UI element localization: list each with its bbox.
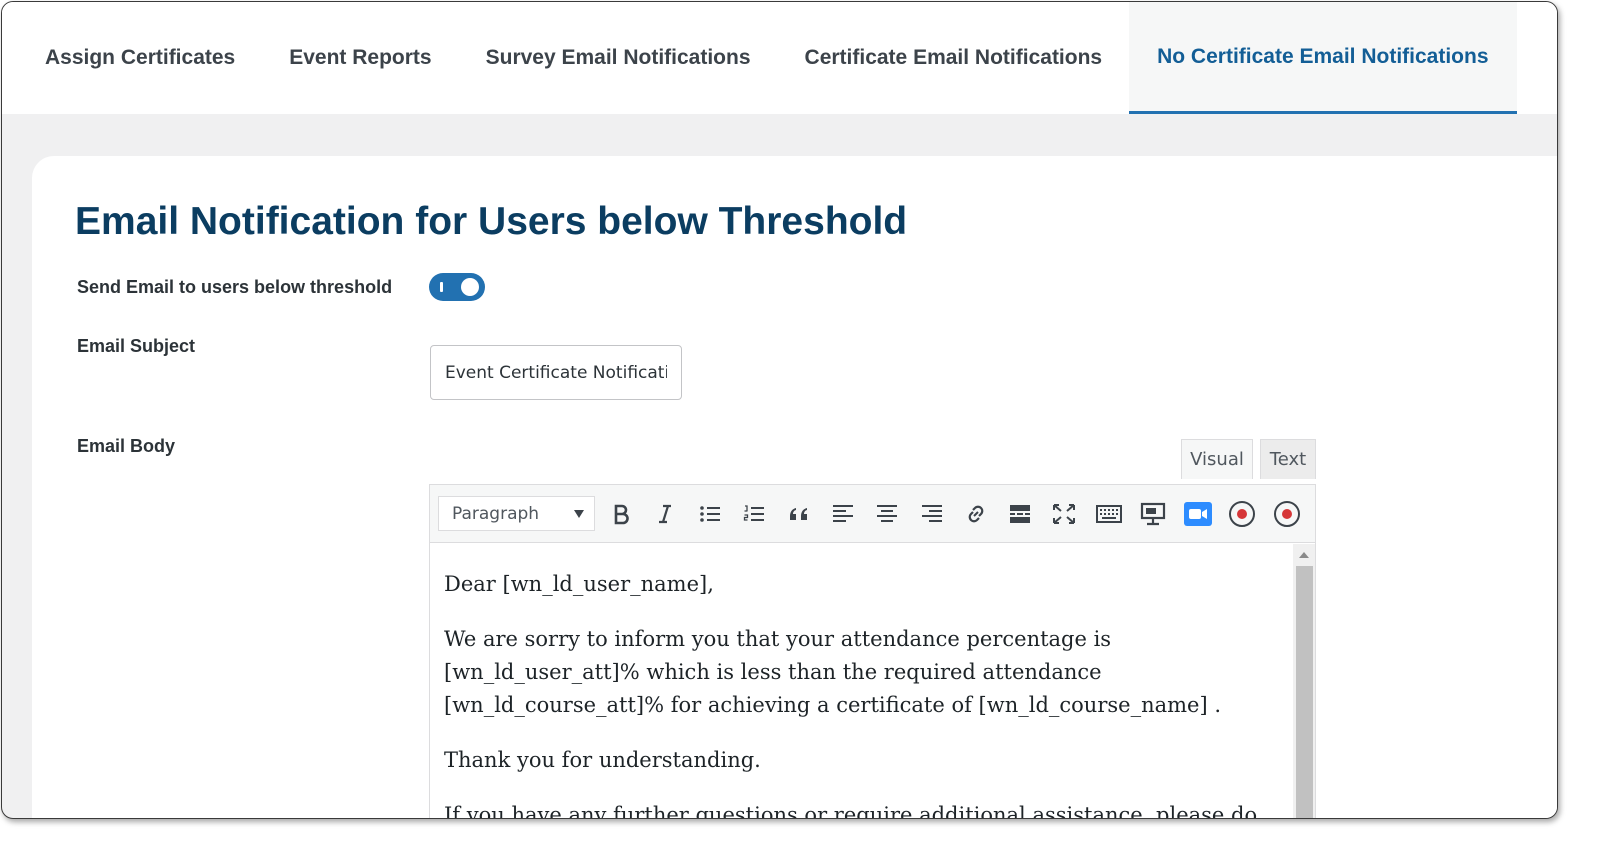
- visual-mode-tab[interactable]: Visual: [1181, 439, 1253, 479]
- tab-survey-email-notifications[interactable]: Survey Email Notifications: [459, 2, 778, 114]
- fullscreen-icon[interactable]: [1048, 498, 1080, 530]
- toggle-knob: [461, 278, 479, 296]
- scrollbar-thumb[interactable]: [1296, 566, 1313, 818]
- email-subject-label: Email Subject: [77, 336, 196, 356]
- link-icon[interactable]: [960, 498, 992, 530]
- align-right-icon[interactable]: [916, 498, 948, 530]
- page-title: Email Notification for Users below Thres…: [75, 200, 908, 243]
- chevron-down-icon: [574, 510, 584, 518]
- body-paragraph: If you have any further questions or req…: [444, 803, 1258, 819]
- editor-scrollbar[interactable]: [1293, 544, 1315, 818]
- bold-icon[interactable]: [605, 498, 637, 530]
- email-body-label: Email Body: [77, 436, 176, 456]
- tab-certificate-email-notifications[interactable]: Certificate Email Notifications: [778, 2, 1130, 114]
- body-paragraph: We are sorry to inform you that your att…: [444, 627, 1221, 717]
- italic-icon[interactable]: [649, 498, 681, 530]
- editor-toolbar: Paragraph: [430, 485, 1315, 543]
- blockquote-icon[interactable]: [782, 498, 814, 530]
- numbered-list-icon[interactable]: [738, 498, 770, 530]
- record-icon[interactable]: [1226, 498, 1258, 530]
- send-email-label: Send Email to users below threshold: [77, 277, 393, 297]
- app-window: Assign Certificates Event Reports Survey…: [1, 1, 1558, 819]
- tab-no-certificate-email-notifications[interactable]: No Certificate Email Notifications: [1129, 2, 1517, 114]
- bulleted-list-icon[interactable]: [694, 498, 726, 530]
- editor-content[interactable]: Dear [wn_ld_user_name], We are sorry to …: [430, 544, 1292, 819]
- text-mode-tab[interactable]: Text: [1260, 439, 1316, 479]
- body-paragraph: Dear [wn_ld_user_name],: [444, 572, 714, 596]
- format-select-value: Paragraph: [452, 503, 540, 524]
- settings-panel: Email Notification for Users below Thres…: [32, 156, 1557, 819]
- email-body-editor: Paragraph Dear [wn_ld_user_name], We are…: [429, 484, 1316, 819]
- screen-share-icon[interactable]: [1137, 498, 1169, 530]
- email-subject-input[interactable]: [430, 345, 682, 400]
- align-center-icon[interactable]: [871, 498, 903, 530]
- record-alt-icon[interactable]: [1271, 498, 1303, 530]
- scroll-up-icon[interactable]: [1299, 552, 1309, 558]
- toolbar-toggle-icon[interactable]: [1093, 498, 1125, 530]
- tab-assign-certificates[interactable]: Assign Certificates: [2, 2, 262, 114]
- body-paragraph: Thank you for understanding.: [444, 748, 761, 772]
- read-more-icon[interactable]: [1004, 498, 1036, 530]
- tab-bar: Assign Certificates Event Reports Survey…: [2, 2, 1557, 114]
- tab-event-reports[interactable]: Event Reports: [262, 2, 458, 114]
- align-left-icon[interactable]: [827, 498, 859, 530]
- send-email-toggle[interactable]: [429, 273, 485, 301]
- paragraph-format-select[interactable]: Paragraph: [438, 496, 595, 531]
- zoom-icon[interactable]: [1182, 498, 1214, 530]
- toggle-on-indicator: [440, 282, 443, 292]
